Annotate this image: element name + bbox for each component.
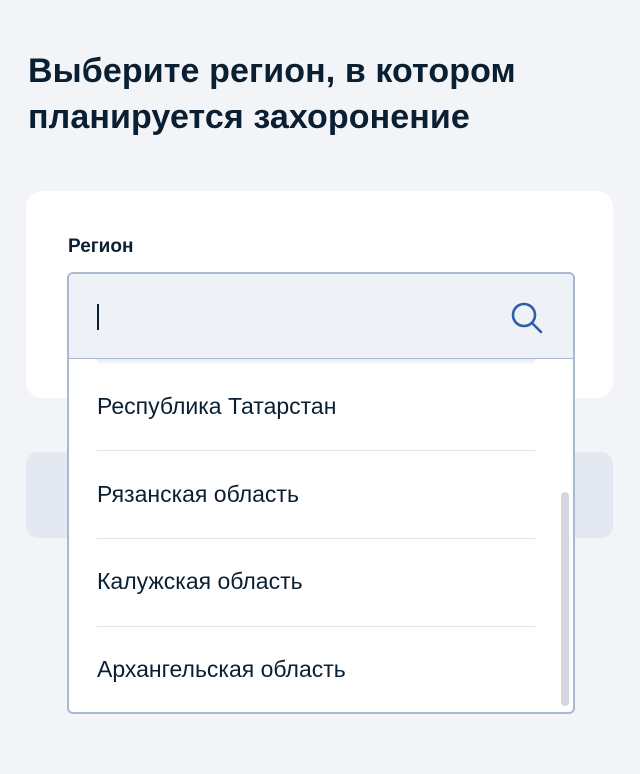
search-icon[interactable] [509, 300, 545, 336]
region-field-label: Регион [68, 236, 134, 257]
region-search-input[interactable] [69, 274, 489, 358]
region-option-arkhangelsk[interactable]: Архангельская область [97, 622, 535, 709]
text-caret [97, 304, 99, 330]
region-search-row [69, 274, 573, 359]
region-option-label: Архангельская область [97, 656, 346, 682]
region-option-label: Республика Татарстан [97, 393, 337, 419]
region-option-tatarstan[interactable]: Республика Татарстан [97, 359, 535, 446]
page-title: Выберите регион, в котором планируется з… [28, 52, 516, 136]
region-option-ryazan[interactable]: Рязанская область [97, 447, 535, 534]
region-option-kaluga[interactable]: Калужская область [97, 534, 535, 621]
dropdown-scrollbar[interactable] [561, 492, 569, 706]
region-option-label: Калужская область [97, 568, 303, 594]
region-option-label: Рязанская область [97, 481, 299, 507]
region-combobox[interactable]: Республика Татарстан Рязанская область К… [67, 272, 575, 714]
